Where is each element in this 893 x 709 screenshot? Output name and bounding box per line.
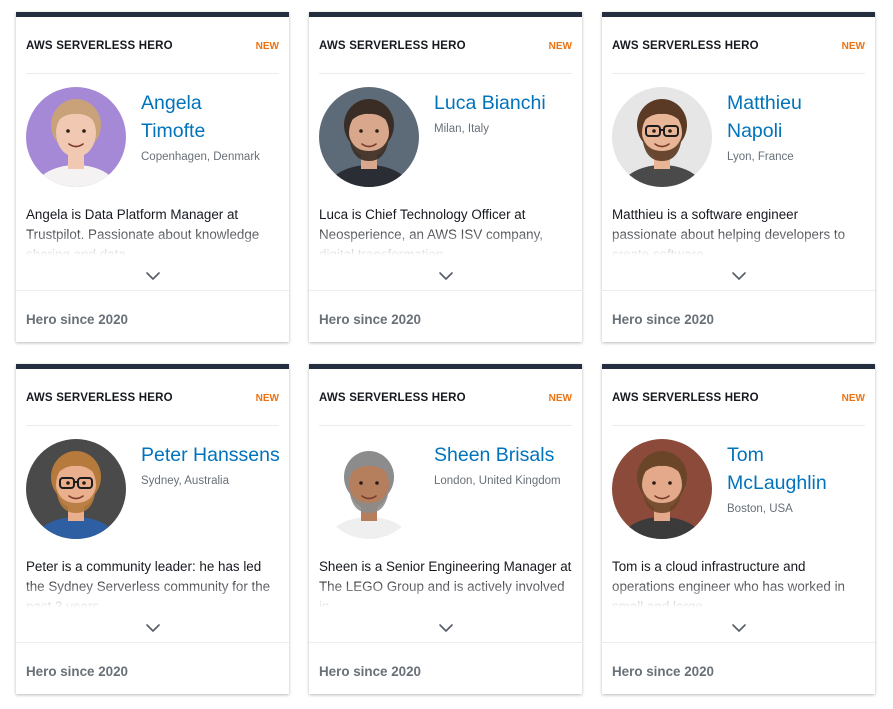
hero-bio-container: Angela is Data Platform Manager at Trust… (26, 205, 279, 259)
expand-bio-chevron-down-icon[interactable] (144, 269, 162, 283)
hero-name-line: Tom (727, 444, 764, 466)
avatar-photo-icon (26, 87, 126, 187)
hero-name-link[interactable]: Peter Hanssens (141, 441, 286, 469)
avatar (26, 439, 126, 539)
divider (16, 290, 289, 291)
expand-bio-chevron-down-icon[interactable] (730, 269, 748, 283)
hero-type-label: AWS SERVERLESS HERO (319, 40, 466, 52)
card-header: AWS SERVERLESS HERO NEW (612, 37, 865, 55)
hero-card: AWS SERVERLESS HERO NEW Matthieu Napoli Lyon… (602, 12, 875, 342)
bio-fade-overlay (26, 577, 279, 611)
expand-bio-chevron-down-icon[interactable] (437, 269, 455, 283)
expand-bio-chevron-down-icon[interactable] (437, 621, 455, 635)
new-badge: NEW (255, 392, 279, 404)
hero-location: Copenhagen, Denmark (141, 151, 260, 163)
new-badge: NEW (841, 392, 865, 404)
hero-name-line: McLaughlin (727, 472, 827, 494)
divider (602, 642, 875, 643)
hero-since: Hero since 2020 (319, 312, 421, 327)
hero-since: Hero since 2020 (26, 312, 128, 327)
hero-bio-container: Matthieu is a software engineer passiona… (612, 205, 865, 259)
expand-bio-chevron-down-icon[interactable] (730, 621, 748, 635)
hero-card: AWS SERVERLESS HERO NEW Tom McLaughlin Bosto… (602, 364, 875, 694)
hero-since: Hero since 2020 (26, 664, 128, 679)
avatar (319, 439, 419, 539)
avatar (26, 87, 126, 187)
divider (16, 642, 289, 643)
hero-name-link[interactable]: Sheen Brisals (434, 441, 579, 469)
card-header: AWS SERVERLESS HERO NEW (612, 389, 865, 407)
hero-type-label: AWS SERVERLESS HERO (26, 392, 173, 404)
hero-location: Lyon, France (727, 151, 794, 163)
divider (319, 73, 572, 74)
avatar-photo-icon (612, 439, 712, 539)
hero-type-label: AWS SERVERLESS HERO (612, 40, 759, 52)
avatar-photo-icon (319, 87, 419, 187)
card-header: AWS SERVERLESS HERO NEW (319, 37, 572, 55)
hero-name-line: Luca Bianchi (434, 92, 546, 114)
divider (309, 290, 582, 291)
hero-name-line: Timofte (141, 120, 206, 142)
hero-bio-container: Sheen is a Senior Engineering Manager at… (319, 557, 572, 611)
hero-name-line: Matthieu (727, 92, 802, 114)
hero-bio-container: Tom is a cloud infrastructure and operat… (612, 557, 865, 611)
card-header: AWS SERVERLESS HERO NEW (319, 389, 572, 407)
hero-since: Hero since 2020 (612, 312, 714, 327)
hero-type-label: AWS SERVERLESS HERO (26, 40, 173, 52)
hero-card: AWS SERVERLESS HERO NEW Luca Bianchi Milan,… (309, 12, 582, 342)
hero-type-label: AWS SERVERLESS HERO (319, 392, 466, 404)
card-header: AWS SERVERLESS HERO NEW (26, 389, 279, 407)
avatar (612, 87, 712, 187)
new-badge: NEW (841, 40, 865, 52)
avatar-photo-icon (319, 439, 419, 539)
new-badge: NEW (548, 40, 572, 52)
new-badge: NEW (255, 40, 279, 52)
divider (612, 425, 865, 426)
hero-location: Boston, USA (727, 503, 793, 515)
hero-name-link[interactable]: Luca Bianchi (434, 89, 579, 117)
bio-fade-overlay (26, 225, 279, 259)
bio-fade-overlay (319, 225, 572, 259)
avatar-photo-icon (26, 439, 126, 539)
hero-type-label: AWS SERVERLESS HERO (612, 392, 759, 404)
new-badge: NEW (548, 392, 572, 404)
hero-location: London, United Kingdom (434, 475, 561, 487)
hero-bio-container: Peter is a community leader: he has led … (26, 557, 279, 611)
hero-name-line: Napoli (727, 120, 783, 142)
divider (309, 642, 582, 643)
divider (26, 425, 279, 426)
hero-since: Hero since 2020 (612, 664, 714, 679)
expand-bio-chevron-down-icon[interactable] (144, 621, 162, 635)
hero-name-link[interactable]: Tom McLaughlin (727, 441, 872, 497)
divider (319, 425, 572, 426)
divider (26, 73, 279, 74)
hero-card-grid: AWS SERVERLESS HERO NEW Angela Timofte Copen… (0, 0, 893, 709)
divider (602, 290, 875, 291)
hero-card: AWS SERVERLESS HERO NEW Peter Hanssens Sydn… (16, 364, 289, 694)
hero-name-line: Angela (141, 92, 202, 114)
avatar-photo-icon (612, 87, 712, 187)
bio-fade-overlay (612, 225, 865, 259)
bio-fade-overlay (319, 577, 572, 611)
hero-card: AWS SERVERLESS HERO NEW Sheen Brisals Londo… (309, 364, 582, 694)
card-header: AWS SERVERLESS HERO NEW (26, 37, 279, 55)
hero-card: AWS SERVERLESS HERO NEW Angela Timofte Copen… (16, 12, 289, 342)
hero-name-line: Sheen Brisals (434, 444, 555, 466)
hero-location: Sydney, Australia (141, 475, 230, 487)
bio-fade-overlay (612, 577, 865, 611)
avatar (612, 439, 712, 539)
hero-bio-container: Luca is Chief Technology Officer at Neos… (319, 205, 572, 259)
avatar (319, 87, 419, 187)
hero-name-link[interactable]: Angela Timofte (141, 89, 286, 145)
hero-name-line: Peter Hanssens (141, 444, 280, 466)
divider (612, 73, 865, 74)
hero-name-link[interactable]: Matthieu Napoli (727, 89, 872, 145)
hero-since: Hero since 2020 (319, 664, 421, 679)
hero-location: Milan, Italy (434, 123, 489, 135)
